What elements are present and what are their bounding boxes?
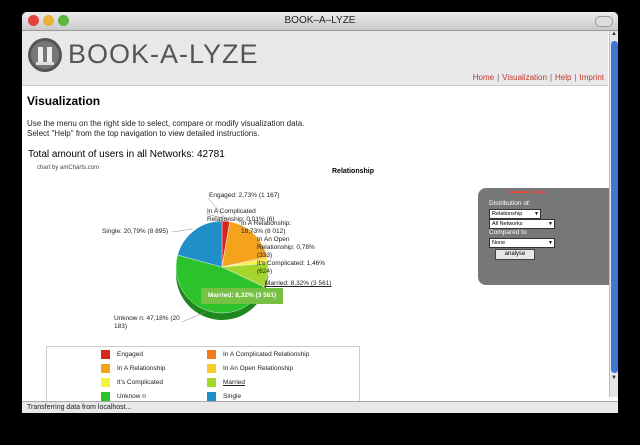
legend-item-in-relationship[interactable]: In A Relationship [117, 365, 165, 372]
window-title: BOOK–A–LYZE [284, 15, 356, 26]
compared-to-label: Compared to [489, 229, 527, 236]
chart-tooltip: Married: 8,32% (3 561) [201, 288, 283, 304]
chart-legend: Engaged In A Complicated Relationship In… [46, 346, 360, 404]
slice-label-its-complicated: It's Complicated: 1,46% (624) [257, 260, 326, 275]
slice-label-in-relationship: In A Relationship: 18,73% (8 012) [241, 220, 292, 235]
scroll-down-icon[interactable]: ▼ [611, 375, 617, 381]
legend-item-open-relationship[interactable]: In An Open Relationship [223, 365, 293, 372]
chevron-down-icon: ▼ [548, 240, 553, 246]
browser-window: BOOK–A–LYZE BOOK-A-LYZE Home | Visualizati… [22, 12, 618, 413]
nav-help-link[interactable]: Help [555, 73, 571, 82]
top-navigation: Home | Visualization | Help | Imprint [472, 73, 604, 82]
distribution-label: Distribution of: [489, 200, 531, 207]
leader-line-single [171, 228, 193, 233]
legend-swatch-unknown [101, 392, 110, 401]
legend-swatch-in-relationship [101, 364, 110, 373]
network-select[interactable]: All Networks ▼ [489, 219, 555, 229]
chevron-down-icon: ▼ [534, 211, 539, 217]
legend-swatch-its-complicated [101, 378, 110, 387]
nav-imprint-link[interactable]: Imprint [580, 73, 604, 82]
scroll-up-icon[interactable]: ▲ [611, 31, 617, 37]
legend-swatch-open-relationship [207, 364, 216, 373]
status-bar: Transferring data from localhost... [22, 401, 618, 413]
visualization-control-panel: ▬▬▬ | ▬▬ Distribution of: Relationship ▼ … [478, 188, 611, 285]
slice-label-single: Single: 20,79% (8 895) [102, 228, 169, 235]
legend-item-its-complicated[interactable]: It's Complicated [117, 379, 163, 386]
nav-visualization-link[interactable]: Visualization [502, 73, 547, 82]
logo-icon [28, 38, 62, 72]
main-content: Visualization Use the menu on the right … [22, 86, 611, 404]
legend-item-engaged[interactable]: Engaged [117, 351, 143, 358]
analyse-button[interactable]: analyse [495, 249, 535, 260]
slice-label-married: Married: 8,32% (3 561) [265, 280, 332, 287]
status-text: Transferring data from localhost... [27, 404, 132, 411]
nav-home-link[interactable]: Home [473, 73, 494, 82]
legend-item-complicated-relationship[interactable]: In A Complicated Relationship [223, 351, 309, 358]
legend-item-married[interactable]: Married [223, 379, 245, 386]
slice-label-open-relationship: In An Open Relationship: 0,78% (333) [257, 236, 315, 259]
site-header: BOOK-A-LYZE Home | Visualization | Help | Impr… [22, 31, 608, 86]
chevron-down-icon: ▼ [548, 221, 553, 227]
title-bar: BOOK–A–LYZE [22, 12, 618, 31]
compared-to-select[interactable]: None ▼ [489, 238, 555, 248]
legend-swatch-single [207, 392, 216, 401]
panel-tabs: ▬▬▬ | ▬▬ [510, 189, 545, 195]
site-brand: BOOK-A-LYZE [68, 39, 259, 69]
scrollbar-thumb[interactable] [611, 41, 618, 373]
legend-swatch-married [207, 378, 216, 387]
distribution-select[interactable]: Relationship ▼ [489, 209, 541, 219]
legend-item-unknown[interactable]: Unknow n [117, 393, 146, 400]
legend-item-single[interactable]: Single [223, 393, 241, 400]
toolbar-toggle-button[interactable] [595, 16, 613, 27]
vertical-scrollbar[interactable]: ▲ ▼ [609, 31, 618, 397]
leader-line-unknown [181, 311, 206, 323]
legend-swatch-engaged [101, 350, 110, 359]
slice-label-unknown: Unknow n: 47,18% (20 183) [114, 315, 180, 330]
legend-swatch-complicated-relationship [207, 350, 216, 359]
slice-label-engaged: Engaged: 2,73% (1 167) [209, 192, 280, 199]
